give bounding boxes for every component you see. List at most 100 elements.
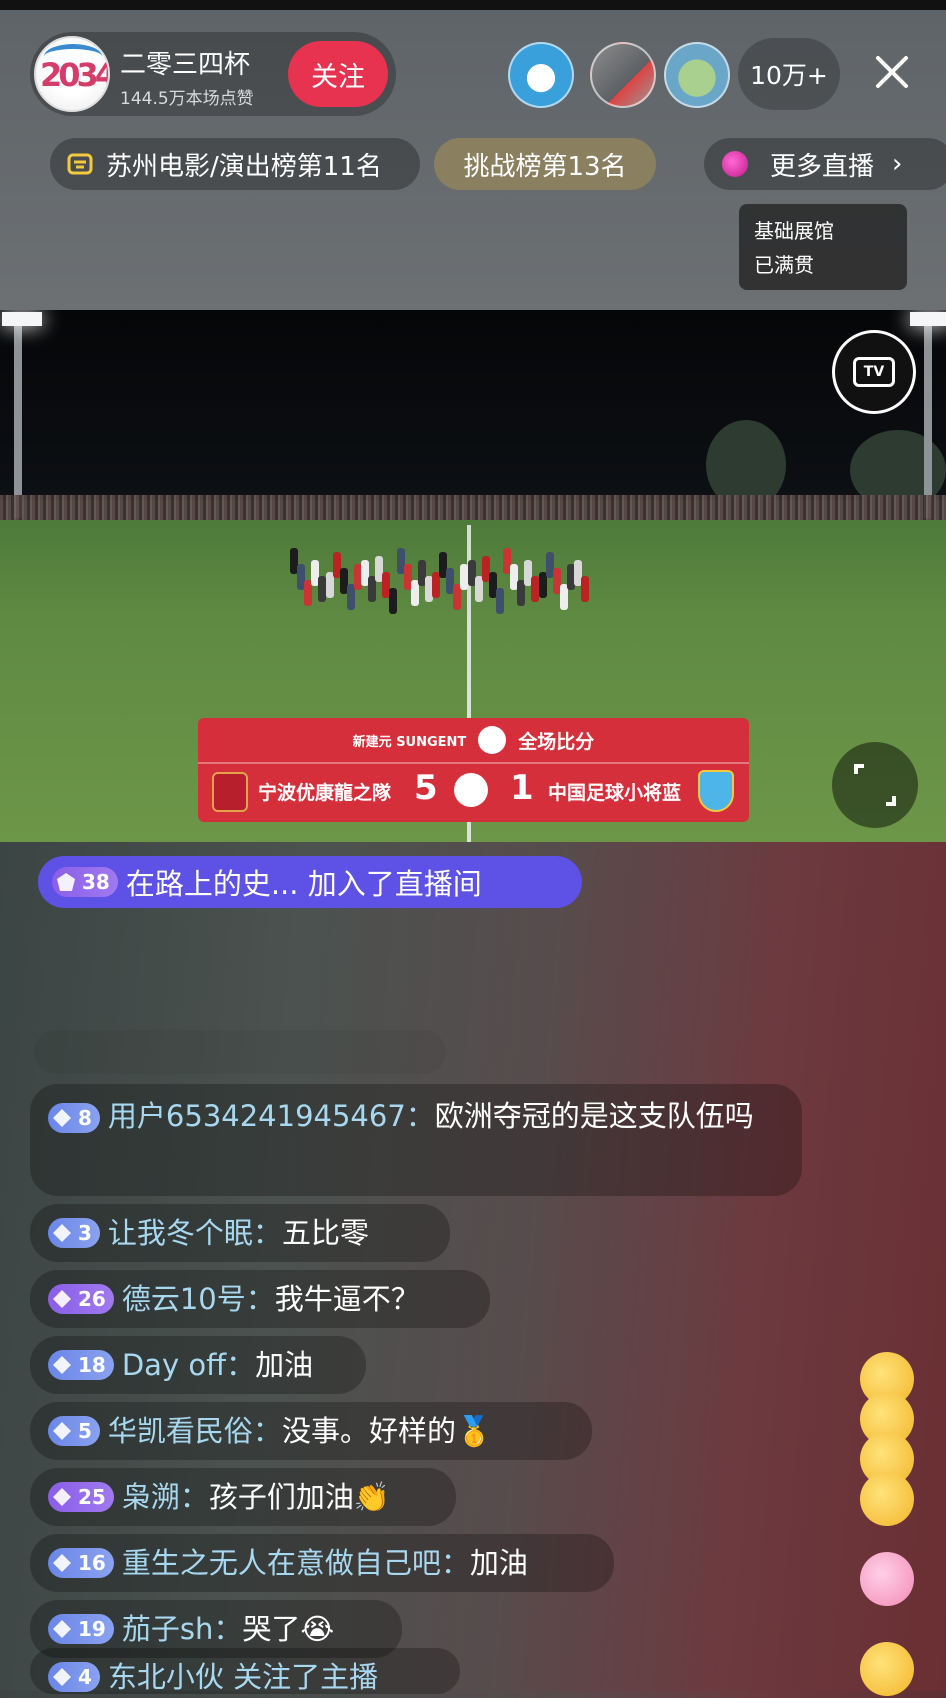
chat-message[interactable]: 8 用户6534241945467：欧洲夺冠的是这支队伍吗 <box>30 1084 802 1196</box>
close-icon[interactable] <box>870 50 914 94</box>
chat-text: 孩子们加油👏 <box>208 1480 390 1514</box>
rank-icon <box>67 153 93 175</box>
level-badge: 18 <box>48 1350 114 1380</box>
faded-chat-message <box>34 1030 446 1074</box>
achievement-tooltip[interactable]: 基础展馆 已满贯 <box>739 204 907 290</box>
level-number: 38 <box>82 870 110 894</box>
level-badge: 26 <box>48 1284 114 1314</box>
gem-icon <box>53 1488 71 1506</box>
viewer-avatar[interactable] <box>590 42 656 108</box>
home-team-name: 宁波优康龍之隊 <box>258 782 392 804</box>
player-figure <box>389 588 398 614</box>
host-likes-count: 144.5万本场点赞 <box>120 89 254 109</box>
gem-icon <box>53 1620 71 1638</box>
chat-username[interactable]: 用户6534241945467： <box>108 1099 435 1133</box>
chat-text: 欧洲夺冠的是这支队伍吗 <box>434 1099 754 1133</box>
chat-username[interactable]: 华凯看民俗： <box>108 1410 282 1452</box>
level-number: 25 <box>78 1485 106 1509</box>
chat-message[interactable]: 4 东北小伙 关注了主播 <box>30 1648 460 1694</box>
fullscreen-icon[interactable] <box>832 742 918 828</box>
away-score: 1 <box>510 768 534 808</box>
chat-text: 加油 <box>469 1546 528 1580</box>
chat-text: 没事。好样的🥇 <box>281 1414 493 1448</box>
planet-icon <box>722 151 748 177</box>
more-live-button[interactable]: 更多直播 › <box>704 138 946 190</box>
chat-text: 哭了😭 <box>242 1612 335 1646</box>
scoreboard-title: 全场比分 <box>518 730 595 753</box>
chat-message[interactable]: 18 Day off： 加油 <box>30 1336 366 1394</box>
viewer-avatar[interactable] <box>664 42 730 108</box>
chat-message[interactable]: 5 华凯看民俗： 没事。好样的🥇 <box>30 1402 592 1460</box>
more-live-label: 更多直播 <box>770 151 875 182</box>
chat-username[interactable]: Day off： <box>122 1344 255 1386</box>
level-number: 18 <box>78 1353 106 1377</box>
home-score: 5 <box>414 768 438 808</box>
live-video[interactable]: TV 新建元 SUNGENT 全场比分 宁波优康龍之隊 5 1 中国足球小将蓝 <box>0 310 946 842</box>
player-figure <box>581 576 590 602</box>
chat-message[interactable]: 25 枭溯： 孩子们加油👏 <box>30 1468 456 1526</box>
scoreboard-header: 新建元 SUNGENT 全场比分 <box>198 718 749 762</box>
cup-logo-icon <box>478 726 507 754</box>
sponsor-logo: 新建元 SUNGENT <box>352 734 467 750</box>
home-team-crest-icon <box>212 772 248 812</box>
chat-username[interactable]: 重生之无人在意做自己吧： <box>122 1542 470 1584</box>
gem-icon <box>53 1668 71 1686</box>
laughing-emoji-icon <box>860 1642 914 1696</box>
tv-cast-icon[interactable]: TV <box>832 330 916 414</box>
chat-text: 五比零 <box>281 1216 369 1250</box>
challenge-rank-label: 挑战榜第13名 <box>463 151 627 182</box>
floodlight <box>2 312 42 326</box>
level-number: 16 <box>78 1551 106 1575</box>
gem-icon <box>53 1290 71 1308</box>
chat-username[interactable]: 让我冬个眠： <box>108 1212 282 1254</box>
player-figure <box>495 588 504 614</box>
level-badge: 19 <box>48 1614 114 1644</box>
tv-label: TV <box>853 357 895 387</box>
city-rank-label: 苏州电影/演出榜第11名 <box>106 151 382 182</box>
tooltip-line1: 基础展馆 <box>754 219 834 243</box>
level-number: 19 <box>78 1617 106 1641</box>
join-notice-text: 在路上的史... 加入了直播间 <box>125 867 482 901</box>
follow-button[interactable]: 关注 <box>288 41 388 107</box>
scoreboard-divider <box>198 762 749 764</box>
gem-icon <box>53 1109 71 1127</box>
level-badge: 16 <box>48 1548 114 1578</box>
floodlight <box>910 312 946 326</box>
chat-username[interactable]: 东北小伙 关注了主播 <box>108 1656 378 1698</box>
gem-icon <box>53 1554 71 1572</box>
level-badge: 4 <box>48 1662 100 1692</box>
chat-username[interactable]: 枭溯： <box>122 1476 209 1518</box>
chat-username[interactable]: 茄子sh： <box>122 1608 243 1650</box>
level-badge: 8 <box>48 1103 100 1133</box>
city-rank-pill[interactable]: 苏州电影/演出榜第11名 <box>50 138 420 190</box>
host-avatar[interactable]: 2034 <box>34 36 110 112</box>
scoreboard: 新建元 SUNGENT 全场比分 宁波优康龍之隊 5 1 中国足球小将蓝 <box>198 718 749 822</box>
laughing-emoji-icon <box>860 1472 914 1526</box>
level-badge: 25 <box>48 1482 114 1512</box>
gem-icon <box>53 1356 71 1374</box>
heart-hand-emoji-icon <box>860 1552 914 1606</box>
gem-icon <box>57 873 75 891</box>
chat-message[interactable]: 26 德云10号： 我牛逼不？ <box>30 1270 490 1328</box>
host-name: 二零三四杯 <box>120 50 251 80</box>
level-number: 4 <box>78 1665 92 1689</box>
level-badge: 5 <box>48 1416 100 1446</box>
chat-username[interactable]: 德云10号： <box>122 1278 275 1320</box>
chat-text: 加油 <box>255 1348 314 1382</box>
level-number: 3 <box>78 1221 92 1245</box>
night-sky <box>0 310 946 500</box>
chat-message[interactable]: 16 重生之无人在意做自己吧： 加油 <box>30 1534 614 1592</box>
viewer-avatar[interactable] <box>508 42 574 108</box>
gem-icon <box>53 1422 71 1440</box>
viewer-count-button[interactable]: 10万+ <box>738 38 840 110</box>
floodlight-pole <box>924 318 932 518</box>
cup-logo-icon <box>454 773 488 807</box>
away-team-name: 中国足球小将蓝 <box>548 782 682 804</box>
level-number: 26 <box>78 1287 106 1311</box>
avatar-logo-text: 2034 <box>40 56 110 94</box>
challenge-rank-pill[interactable]: 挑战榜第13名 <box>434 138 656 190</box>
chat-message[interactable]: 3 让我冬个眠： 五比零 <box>30 1204 450 1262</box>
like-emoji-animation <box>852 1352 922 1696</box>
join-notice: 38 在路上的史... 加入了直播间 <box>38 856 582 908</box>
level-number: 5 <box>78 1419 92 1443</box>
